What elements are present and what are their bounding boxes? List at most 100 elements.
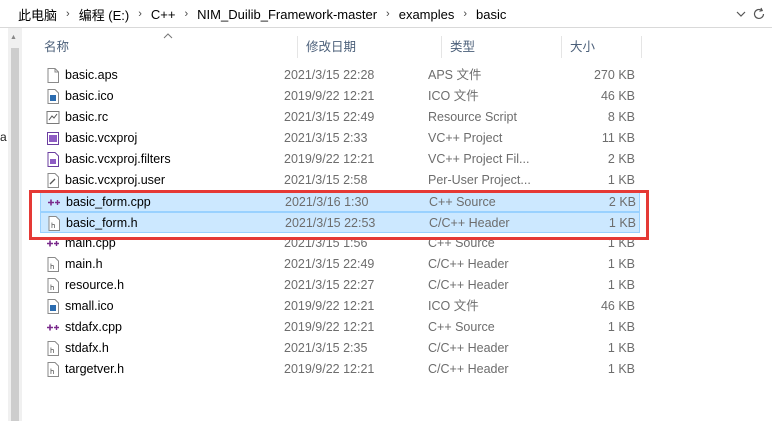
breadcrumb-basic[interactable]: basic — [473, 7, 509, 22]
column-header-row: 名称 修改日期 类型 大小 — [22, 33, 772, 60]
breadcrumb-this-pc[interactable]: 此电脑 — [15, 5, 60, 24]
file-size: 1 KB — [607, 320, 635, 334]
generic-file-icon — [46, 68, 60, 83]
column-divider[interactable] — [641, 36, 642, 58]
file-row[interactable]: small.ico 2019/9/22 12:21 ICO 文件 46 KB — [40, 296, 640, 317]
file-type: C/C++ Header — [428, 341, 509, 355]
file-row[interactable]: stdafx.cpp 2019/9/22 12:21 C++ Source 1 KB — [40, 317, 640, 338]
file-size: 270 KB — [593, 68, 635, 82]
file-row[interactable]: h main.h 2021/3/15 22:49 C/C++ Header 1 KB — [40, 254, 640, 275]
file-name: basic.vcxproj.filters — [65, 152, 171, 166]
breadcrumb: 此电脑 › 编程 (E:) › C++ › NIM_Duilib_Framewo… — [0, 0, 509, 28]
file-row[interactable]: basic.ico 2019/9/22 12:21 ICO 文件 46 KB — [40, 86, 640, 107]
file-row[interactable]: basic_form.cpp 2021/3/16 1:30 C++ Source 2 … — [40, 191, 640, 212]
rc-file-icon — [46, 110, 60, 125]
file-type: VC++ Project Fil... — [428, 152, 530, 166]
file-modified-date: 2021/3/15 2:35 — [284, 341, 368, 355]
breadcrumb-separator-icon[interactable]: › — [179, 8, 195, 20]
column-header-size[interactable]: 大小 — [570, 34, 595, 60]
column-header-name[interactable]: 名称 — [44, 34, 69, 60]
file-type: Per-User Project... — [428, 173, 531, 187]
file-modified-date: 2019/9/22 12:21 — [284, 152, 375, 166]
file-modified-date: 2021/3/15 22:28 — [284, 68, 375, 82]
file-row[interactable]: h stdafx.h 2021/3/15 2:35 C/C++ Header 1 KB — [40, 338, 640, 359]
file-size: 2 KB — [608, 195, 636, 209]
file-type: C++ Source — [429, 195, 496, 209]
file-row[interactable]: h targetver.h 2019/9/22 12:21 C/C++ Header 1… — [40, 359, 640, 380]
file-name: basic.aps — [65, 68, 118, 82]
breadcrumb-separator-icon[interactable]: › — [457, 8, 473, 20]
chevron-down-icon[interactable] — [734, 6, 748, 22]
file-row[interactable]: basic.vcxproj 2021/3/15 2:33 VC++ Project 1… — [40, 128, 640, 149]
file-name: main.h — [65, 257, 103, 271]
file-modified-date: 2021/3/15 22:53 — [285, 216, 376, 230]
file-size: 2 KB — [607, 152, 635, 166]
file-size: 46 KB — [600, 299, 635, 313]
file-type: VC++ Project — [428, 131, 503, 145]
breadcrumb-nim-duilib[interactable]: NIM_Duilib_Framework-master — [194, 7, 380, 22]
file-row[interactable]: basic.vcxproj.filters 2019/9/22 12:21 VC++… — [40, 149, 640, 170]
column-header-type[interactable]: 类型 — [450, 34, 475, 60]
file-type: C/C++ Header — [429, 216, 510, 230]
file-size: 1 KB — [608, 216, 636, 230]
column-header-date[interactable]: 修改日期 — [306, 34, 356, 60]
breadcrumb-cpp[interactable]: C++ — [148, 7, 179, 22]
svg-text:h: h — [50, 263, 54, 271]
file-modified-date: 2021/3/15 2:58 — [284, 173, 368, 187]
breadcrumb-separator-icon[interactable]: › — [132, 8, 148, 20]
file-row[interactable]: basic.vcxproj.user 2021/3/15 2:58 Per-User… — [40, 170, 640, 191]
file-modified-date: 2019/9/22 12:21 — [284, 320, 375, 334]
file-size: 1 KB — [607, 278, 635, 292]
refresh-icon[interactable] — [750, 5, 768, 23]
header-file-icon: h — [46, 362, 60, 377]
file-modified-date: 2019/9/22 12:21 — [284, 299, 375, 313]
vcxproj-user-icon — [46, 173, 60, 188]
file-modified-date: 2021/3/15 22:27 — [284, 278, 375, 292]
file-name: stdafx.h — [65, 341, 109, 355]
cpp-file-icon — [46, 320, 60, 335]
file-size: 1 KB — [607, 236, 635, 250]
file-size: 1 KB — [607, 362, 635, 376]
file-type: C++ Source — [428, 320, 495, 334]
file-row[interactable]: main.cpp 2021/3/15 1:56 C++ Source 1 KB — [40, 233, 640, 254]
svg-text:h: h — [50, 368, 54, 376]
file-size: 1 KB — [607, 341, 635, 355]
address-bar[interactable]: 此电脑 › 编程 (E:) › C++ › NIM_Duilib_Framewo… — [0, 0, 772, 28]
header-file-icon: h — [46, 257, 60, 272]
header-file-icon: h — [47, 216, 61, 231]
file-row[interactable]: basic.aps 2021/3/15 22:28 APS 文件 270 KB — [40, 65, 640, 86]
breadcrumb-examples[interactable]: examples — [396, 7, 458, 22]
scroll-up-icon[interactable]: ▲ — [10, 34, 17, 41]
breadcrumb-separator-icon[interactable]: › — [60, 8, 76, 20]
file-size: 1 KB — [607, 173, 635, 187]
column-divider[interactable] — [561, 36, 562, 58]
file-name: resource.h — [65, 278, 125, 292]
header-file-icon: h — [46, 278, 60, 293]
file-modified-date: 2021/3/15 1:56 — [284, 236, 368, 250]
file-row[interactable]: h resource.h 2021/3/15 22:27 C/C++ Header 1 … — [40, 275, 640, 296]
file-type: C/C++ Header — [428, 362, 509, 376]
file-type: C/C++ Header — [428, 278, 509, 292]
column-divider[interactable] — [441, 36, 442, 58]
file-size: 46 KB — [600, 89, 635, 103]
breadcrumb-separator-icon[interactable]: › — [380, 8, 396, 20]
file-name: main.cpp — [65, 236, 116, 250]
breadcrumb-drive-e[interactable]: 编程 (E:) — [76, 5, 133, 24]
header-file-icon: h — [46, 341, 60, 356]
file-name: basic.vcxproj — [65, 131, 138, 145]
file-name: stdafx.cpp — [65, 320, 122, 334]
file-row[interactable]: basic.rc 2021/3/15 22:49 Resource Script 8 … — [40, 107, 640, 128]
ico-file-icon — [46, 89, 60, 104]
file-size: 1 KB — [607, 257, 635, 271]
ico-file-icon — [46, 299, 60, 314]
scrollbar-thumb[interactable] — [11, 48, 19, 421]
column-divider[interactable] — [297, 36, 298, 58]
nav-scrollbar[interactable]: ▲ — [8, 28, 22, 421]
file-row[interactable]: h basic_form.h 2021/3/15 22:53 C/C++ Header… — [40, 212, 640, 233]
file-modified-date: 2021/3/16 1:30 — [285, 195, 369, 209]
file-name: targetver.h — [65, 362, 125, 376]
file-name: basic_form.cpp — [66, 195, 151, 209]
file-modified-date: 2019/9/22 12:21 — [284, 362, 375, 376]
cpp-file-icon — [46, 236, 60, 251]
file-size: 8 KB — [607, 110, 635, 124]
